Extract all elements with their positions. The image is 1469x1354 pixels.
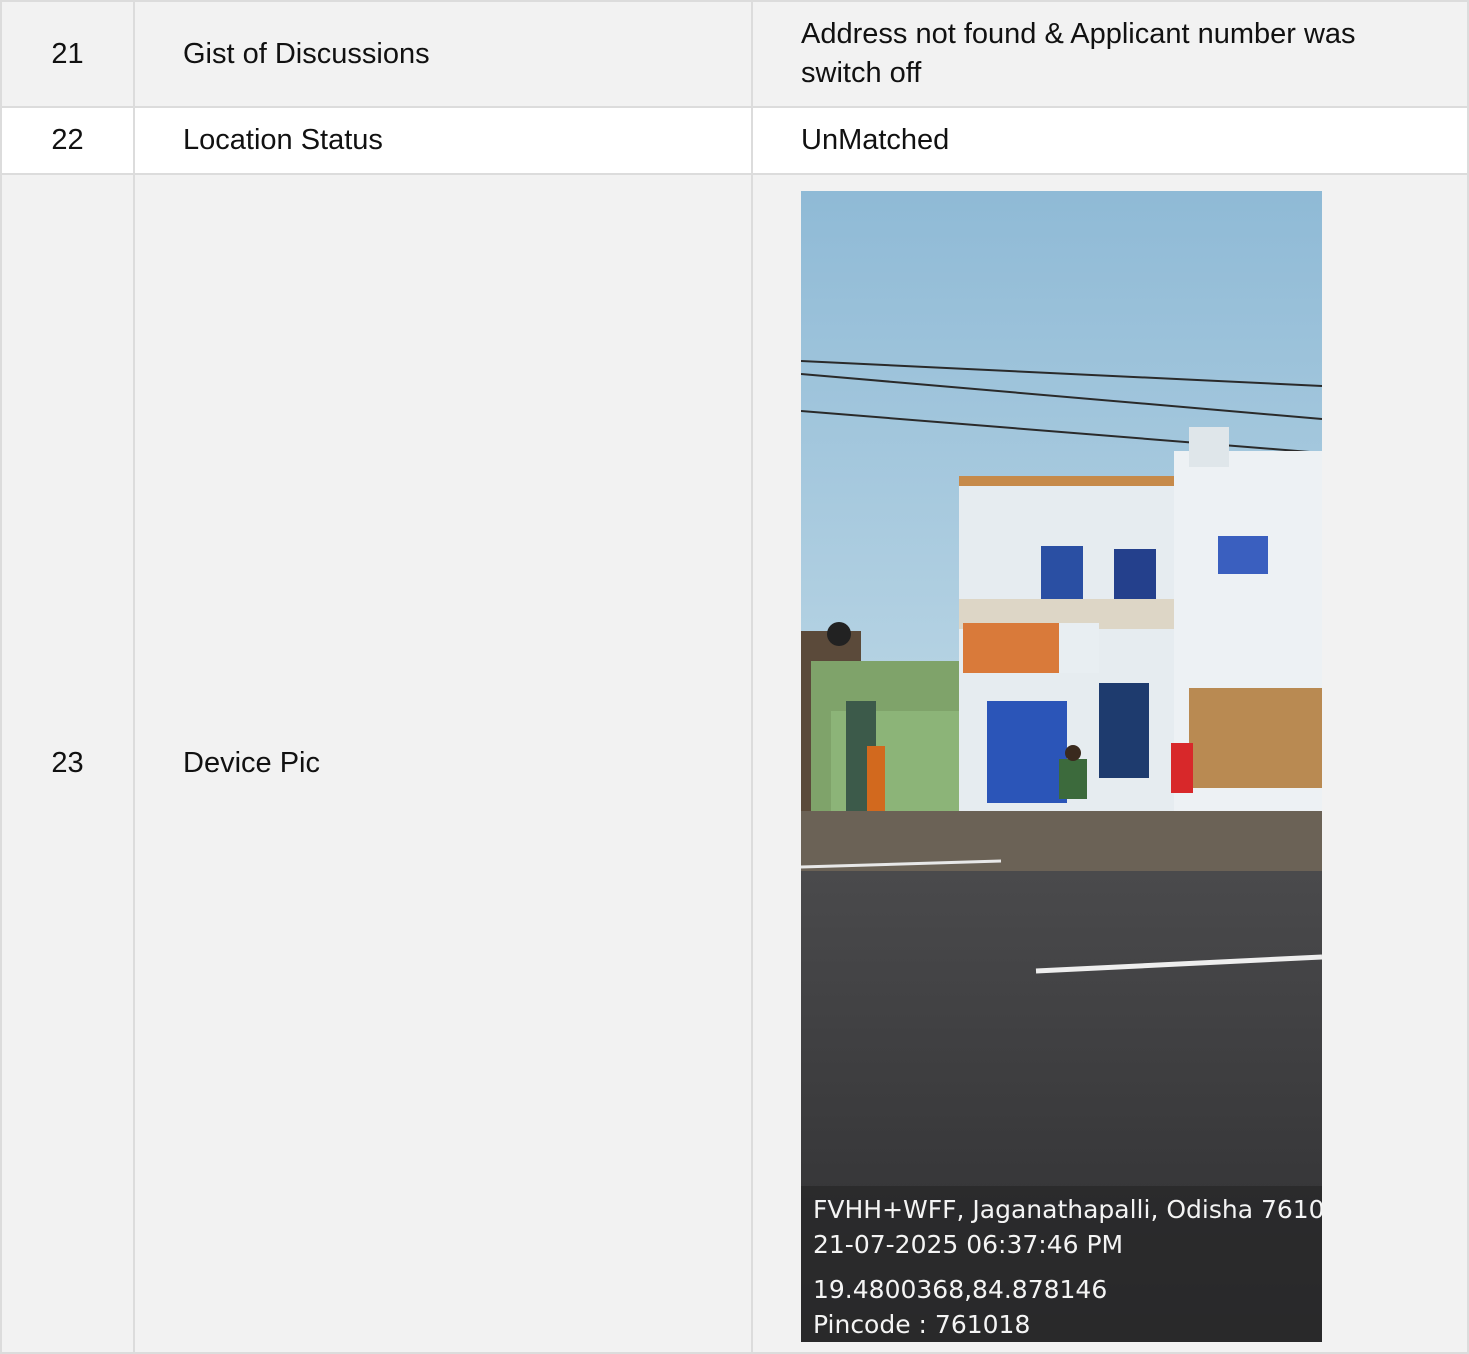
table-row: 21 Gist of Discussions Address not found… bbox=[0, 0, 1469, 108]
report-table: 21 Gist of Discussions Address not found… bbox=[0, 0, 1469, 1354]
field-value: UnMatched bbox=[751, 106, 1469, 175]
field-label: Device Pic bbox=[133, 173, 753, 1354]
row-number: 22 bbox=[0, 106, 135, 175]
field-value: Address not found & Applicant number was… bbox=[751, 0, 1469, 108]
table-row: 22 Location Status UnMatched bbox=[0, 106, 1469, 175]
device-pic-cell: FVHH+WFF, Jaganathapalli, Odisha 7610 21… bbox=[751, 173, 1469, 1354]
stamp-datetime: 21-07-2025 06:37:46 PM bbox=[813, 1230, 1124, 1259]
stamp-pincode: Pincode : 761018 bbox=[813, 1310, 1031, 1339]
row-number: 21 bbox=[0, 0, 135, 108]
street-scene-image bbox=[801, 191, 1322, 1342]
table-row: 23 Device Pic FVHH+WFF, Jaganathapalli, … bbox=[0, 173, 1469, 1354]
device-photo: FVHH+WFF, Jaganathapalli, Odisha 7610 21… bbox=[801, 191, 1322, 1342]
field-label: Gist of Discussions bbox=[133, 0, 753, 108]
photo-geotag-stamp: FVHH+WFF, Jaganathapalli, Odisha 7610 21… bbox=[801, 1186, 1322, 1342]
stamp-address: FVHH+WFF, Jaganathapalli, Odisha 7610 bbox=[813, 1195, 1322, 1224]
field-label: Location Status bbox=[133, 106, 753, 175]
stamp-coordinates: 19.4800368,84.878146 bbox=[813, 1275, 1108, 1304]
row-number: 23 bbox=[0, 173, 135, 1354]
